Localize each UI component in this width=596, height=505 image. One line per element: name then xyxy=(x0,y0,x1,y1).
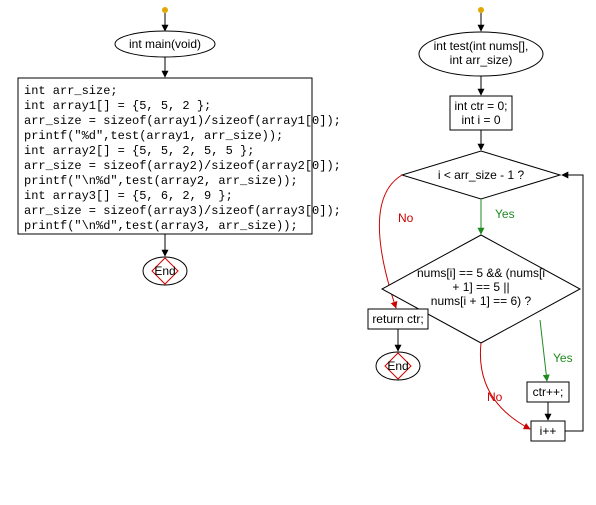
right-ctr-inc-node: ctr++; xyxy=(527,382,569,402)
left-code-block: int arr_size; int array1[] = {5, 5, 2 };… xyxy=(18,78,341,234)
right-start-node: int test(int nums[], int arr_size) xyxy=(419,32,543,76)
left-start-node: int main(void) xyxy=(115,31,215,57)
left-code-line-1: int array1[] = {5, 5, 2 }; xyxy=(24,99,211,113)
right-cond2-line-2: + 1] == 5 || xyxy=(452,280,509,294)
left-code-line-6: printf("\n%d",test(array2, arr_size)); xyxy=(24,174,298,188)
right-cond1-no-label: No xyxy=(398,211,414,225)
right-cond2-line-3: nums[i + 1] == 6) ? xyxy=(431,294,532,308)
right-entry-arrow xyxy=(478,7,484,31)
left-code-line-8: arr_size = sizeof(array3)/sizeof(array3[… xyxy=(24,204,341,218)
left-code-line-0: int arr_size; xyxy=(24,84,118,98)
right-start-label-2: int arr_size) xyxy=(450,53,513,67)
right-cond1-yes-arrow: Yes xyxy=(481,199,515,234)
right-i-inc-label: i++ xyxy=(540,424,557,438)
left-code-line-3: printf("%d",test(array1, arr_size)); xyxy=(24,129,283,143)
right-cond2-no-label: No xyxy=(487,390,503,404)
right-cond1-yes-label: Yes xyxy=(495,207,515,221)
left-start-label: int main(void) xyxy=(129,37,201,51)
right-end-node: End xyxy=(376,352,420,380)
right-start-label-1: int test(int nums[], xyxy=(434,39,529,53)
right-cond2-no-arrow: No xyxy=(480,343,530,429)
left-code-line-4: int array2[] = {5, 5, 2, 5, 5 }; xyxy=(24,144,254,158)
right-ctr-inc-label: ctr++; xyxy=(533,385,564,399)
left-code-line-9: printf("\n%d",test(array3, arr_size)); xyxy=(24,219,298,233)
right-cond1-label: i < arr_size - 1 ? xyxy=(438,168,525,182)
left-code-line-5: arr_size = sizeof(array2)/sizeof(array2[… xyxy=(24,159,341,173)
left-entry-arrow xyxy=(162,7,168,31)
right-cond1-node: i < arr_size - 1 ? xyxy=(402,151,560,199)
right-cond2-yes-label: Yes xyxy=(553,351,573,365)
left-end-label: End xyxy=(154,264,175,278)
right-cond2-line-1: nums[i] == 5 && (nums[i xyxy=(417,266,545,280)
right-cond2-yes-arrow: Yes xyxy=(540,320,573,381)
right-init-node: int ctr = 0; int i = 0 xyxy=(450,96,512,130)
right-return-node: return ctr; xyxy=(368,309,428,329)
right-i-inc-node: i++ xyxy=(531,421,565,441)
left-end-node: End xyxy=(143,257,187,285)
right-init-line-1: int ctr = 0; xyxy=(454,99,507,113)
right-end-label: End xyxy=(387,359,408,373)
right-return-label: return ctr; xyxy=(372,312,423,326)
left-code-line-2: arr_size = sizeof(array1)/sizeof(array1[… xyxy=(24,114,341,128)
right-init-line-2: int i = 0 xyxy=(461,113,500,127)
left-code-line-7: int array3[] = {5, 6, 2, 9 }; xyxy=(24,189,233,203)
